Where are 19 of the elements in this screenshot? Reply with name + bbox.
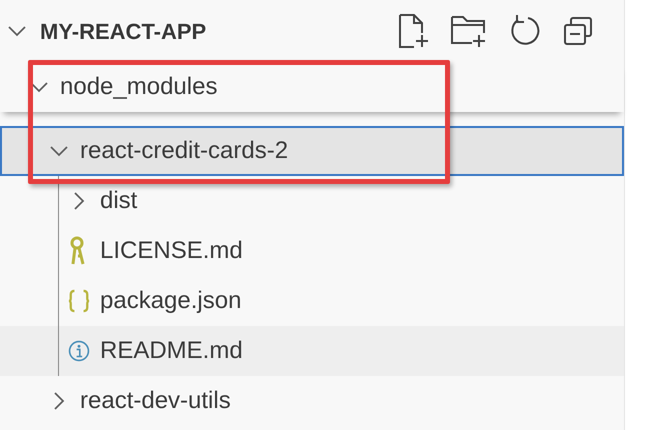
item-label: README.md [100, 336, 243, 366]
folder-row[interactable]: react-dev-utils [0, 376, 624, 426]
folder-row[interactable]: react-credit-cards-2 [0, 126, 624, 176]
file-row[interactable]: package.json [0, 276, 624, 326]
item-label: node_modules [60, 72, 218, 102]
braces-icon [68, 288, 90, 314]
file-row[interactable]: README.md [0, 326, 624, 376]
item-label: package.json [100, 286, 242, 316]
item-label: react-dev-utils [80, 386, 231, 416]
section-title[interactable]: MY-REACT-APP [40, 14, 206, 48]
item-label: react-credit-cards-2 [80, 136, 288, 166]
item-label: LICENSE.md [100, 236, 243, 266]
folder-row[interactable]: dist [0, 176, 624, 226]
file-row[interactable]: LICENSE.md [0, 226, 624, 276]
new-folder-icon[interactable] [450, 13, 488, 49]
folder-row[interactable]: node_modules [0, 62, 624, 112]
collapse-all-icon[interactable] [562, 15, 594, 47]
item-label: dist [100, 186, 138, 216]
new-file-icon[interactable] [396, 13, 430, 49]
